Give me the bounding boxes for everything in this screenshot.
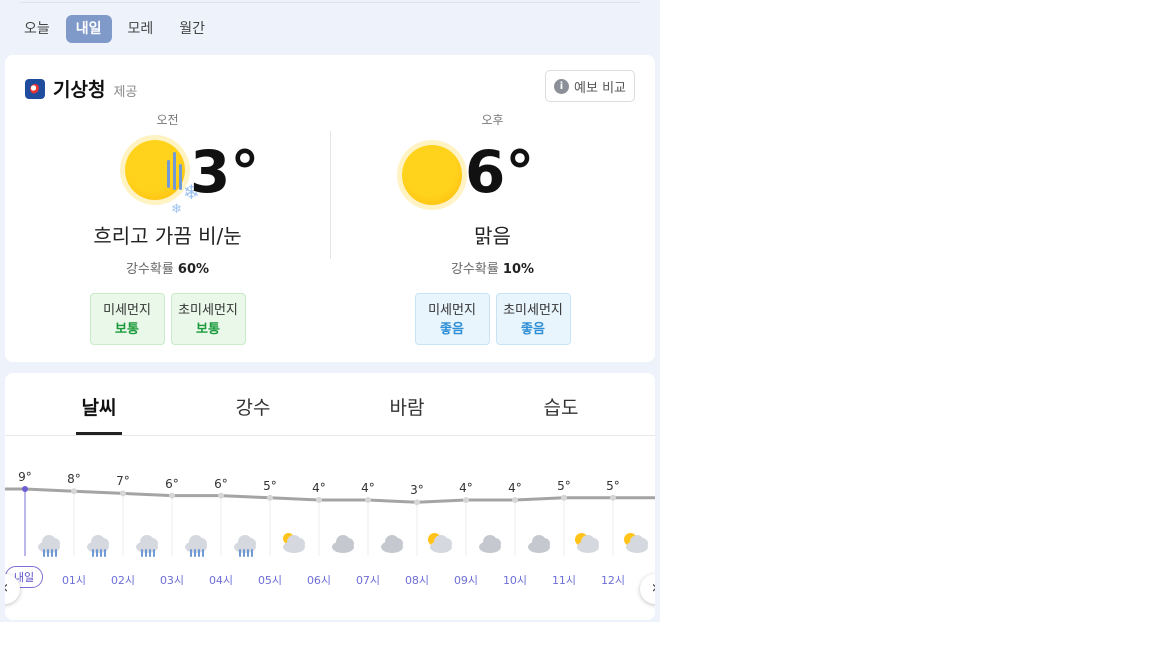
am-condition: 흐리고 가끔 비/눈 (93, 224, 242, 248)
pm-period-label: 오후 (481, 113, 504, 127)
tab-precipitation[interactable]: 강수 (178, 393, 328, 420)
rain-streak (173, 152, 176, 190)
pm-temperature: 6° (465, 138, 535, 206)
hour-label: 12시 (600, 574, 626, 587)
weather-panel: 오늘 내일 모레 월간 기상청 제공 i 예보 비교 오전 ❄ ❄ 3° 흐리고… (0, 0, 660, 622)
hourly-forecast[interactable]: 내일 ‹ › 9°8°01시7°02시6°03시6°04시5°05시4°06시4… (5, 436, 655, 620)
cloudy-icon (328, 531, 358, 557)
provider: 기상청 제공 (25, 75, 137, 102)
top-divider (20, 2, 640, 3)
tab-humidity[interactable]: 습도 (486, 393, 636, 420)
am-pm25-badge: 초미세먼지 보통 (170, 293, 246, 345)
hour-temp: 6° (214, 476, 228, 491)
partly-sunny-icon (426, 531, 456, 557)
tab-today[interactable]: 오늘 (14, 15, 60, 43)
hour-temp: 5° (557, 478, 571, 493)
rain-icon (132, 531, 162, 557)
tab-monthly[interactable]: 월간 (169, 15, 215, 43)
hour-temp: 5° (263, 478, 277, 493)
provider-name: 기상청 (53, 79, 106, 101)
cloud-night-icon (279, 531, 309, 557)
temperature-point (71, 488, 77, 495)
hour-label: 05시 (257, 574, 283, 587)
am-weather-row: ❄ ❄ 3° (5, 132, 330, 217)
active-tab-indicator (76, 432, 122, 435)
provider-suffix: 제공 (113, 84, 138, 100)
sun-icon (402, 145, 462, 205)
snowflake: ❄ (171, 202, 182, 217)
cloudy-icon (524, 531, 554, 557)
temperature-point (169, 492, 175, 499)
compare-label: 예보 비교 (574, 80, 626, 96)
hour-temp: 4° (361, 481, 375, 495)
rain-streak (167, 160, 170, 188)
sun-shape (125, 140, 185, 200)
temperature-point (365, 497, 371, 503)
hour-label: 02시 (110, 574, 136, 587)
hour-temp: 5° (606, 478, 620, 493)
chart-tabs: 날씨 강수 바람 습도 (5, 373, 655, 436)
hour-label: 09시 (453, 574, 479, 587)
am-temperature: 3° (190, 138, 260, 206)
am-precip: 강수확률 60% (125, 262, 210, 277)
hour-temp: 4° (312, 481, 326, 495)
compare-forecast-button[interactable]: i 예보 비교 (545, 70, 635, 102)
hour-label: 01시 (61, 574, 87, 587)
rain-icon (83, 531, 113, 557)
pm-precip: 강수확률 10% (450, 262, 535, 277)
temperature-point (414, 499, 420, 506)
tab-day-after[interactable]: 모레 (118, 15, 164, 43)
hour-temp: 4° (508, 481, 522, 495)
hour-label: 04시 (208, 574, 234, 587)
cloudy-icon (475, 531, 505, 557)
cloudy-icon (377, 531, 407, 557)
temperature-point (610, 494, 616, 501)
am-period-label: 오전 (156, 113, 179, 127)
kma-logo-icon (25, 78, 45, 99)
temperature-line-chart (5, 486, 655, 556)
temperature-point (316, 497, 322, 503)
rain-streak (179, 164, 182, 190)
pm-weather-row: 6° (330, 132, 655, 212)
tab-tomorrow[interactable]: 내일 (65, 15, 112, 43)
partly-sunny-icon (573, 531, 603, 557)
temperature-point (120, 490, 126, 497)
hour-label: 10시 (502, 574, 528, 587)
rain-icon (34, 531, 64, 557)
hour-label: 11시 (551, 574, 577, 587)
am-forecast: 오전 ❄ ❄ 3° 흐리고 가끔 비/눈 강수확률 60% 미세먼지 보통 초미… (5, 110, 330, 360)
hour-temp: 8° (67, 472, 81, 487)
hour-temp: 3° (410, 483, 424, 498)
hour-temp: 4° (459, 481, 473, 495)
hour-label: 07시 (355, 574, 381, 587)
hour-label: 03시 (159, 574, 185, 587)
hour-temp: 6° (165, 476, 179, 491)
partly-sunny-icon (622, 531, 652, 557)
temperature-point (218, 492, 224, 499)
hour-label: 08시 (404, 574, 430, 587)
forecast-card: 기상청 제공 i 예보 비교 오전 ❄ ❄ 3° 흐리고 가끔 비/눈 강수확률… (5, 55, 655, 362)
hour-label: 06시 (306, 574, 332, 587)
tab-wind[interactable]: 바람 (332, 393, 482, 420)
temperature-point (267, 494, 273, 501)
temperature-point (561, 494, 567, 501)
am-pm10-badge: 미세먼지 보통 (89, 293, 165, 345)
tab-weather[interactable]: 날씨 (24, 393, 174, 420)
hourly-card: 날씨 강수 바람 습도 내일 ‹ › 9°8°01시7°02시6°03시6°04… (5, 373, 655, 620)
day-tabs: 오늘 내일 모레 월간 (14, 15, 215, 43)
pm-forecast: 오후 6° 맑음 강수확률 10% 미세먼지 좋음 초미세먼지 좋음 (330, 110, 655, 360)
hour-temp: 9° (18, 470, 32, 484)
rain-icon (230, 531, 260, 557)
temperature-point (22, 486, 28, 492)
rain-icon (181, 531, 211, 557)
temperature-point (512, 497, 518, 503)
info-icon: i (554, 78, 570, 94)
pm-pm10-badge: 미세먼지 좋음 (414, 293, 490, 345)
hour-temp: 7° (116, 474, 130, 489)
am-dust: 미세먼지 보통 초미세먼지 보통 (5, 293, 330, 345)
pm-condition: 맑음 (474, 224, 511, 248)
temperature-point (463, 497, 469, 503)
pm-pm25-badge: 초미세먼지 좋음 (495, 293, 571, 345)
pm-dust: 미세먼지 좋음 초미세먼지 좋음 (330, 293, 655, 345)
